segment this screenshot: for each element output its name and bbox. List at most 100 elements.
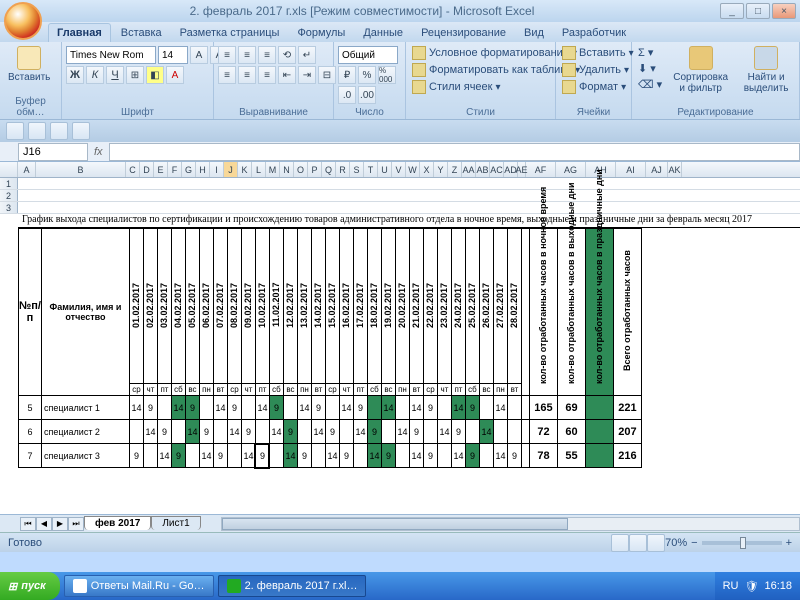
sort-filter-button[interactable]: Сортировка и фильтр: [667, 44, 734, 96]
col-header[interactable]: W: [406, 162, 420, 177]
tab-nav-last[interactable]: ⏭: [68, 517, 84, 531]
tab-insert[interactable]: Вставка: [113, 24, 170, 42]
tab-home[interactable]: Главная: [48, 23, 111, 42]
h-scrollbar[interactable]: [221, 517, 800, 531]
align-bot-button[interactable]: ≡: [258, 46, 276, 64]
dec-decimal-button[interactable]: .00: [358, 86, 376, 104]
col-header[interactable]: B: [36, 162, 126, 177]
tab-view[interactable]: Вид: [516, 24, 552, 42]
col-header[interactable]: K: [238, 162, 252, 177]
col-header[interactable]: G: [182, 162, 196, 177]
system-tray[interactable]: RU 🛡 16:18: [715, 572, 800, 600]
clear-button[interactable]: ⌫ ▾: [636, 77, 664, 92]
tab-nav-next[interactable]: ▶: [52, 517, 68, 531]
align-center-button[interactable]: ≡: [238, 66, 256, 84]
col-header[interactable]: AC: [490, 162, 504, 177]
col-header[interactable]: A: [18, 162, 36, 177]
sheet-tab-active[interactable]: фев 2017: [84, 516, 151, 530]
autosum-button[interactable]: Σ ▾: [636, 45, 664, 60]
taskbar-item-active[interactable]: 2. февраль 2017 г.xl…: [218, 575, 367, 597]
currency-button[interactable]: ₽: [338, 66, 356, 84]
inc-decimal-button[interactable]: .0: [338, 86, 356, 104]
col-header[interactable]: AJ: [646, 162, 668, 177]
font-name-combo[interactable]: Times New Rom: [66, 46, 156, 64]
qat-undo[interactable]: [28, 122, 46, 140]
percent-button[interactable]: %: [358, 66, 376, 84]
col-header[interactable]: C: [126, 162, 140, 177]
row-header[interactable]: 1: [0, 178, 18, 189]
bold-button[interactable]: Ж: [66, 66, 84, 84]
view-break[interactable]: [647, 534, 665, 552]
paste-button[interactable]: Вставить: [4, 44, 54, 85]
tab-developer[interactable]: Разработчик: [554, 24, 634, 42]
wrap-button[interactable]: ↵: [298, 46, 316, 64]
start-button[interactable]: ⊞пуск: [0, 572, 60, 600]
col-header[interactable]: U: [378, 162, 392, 177]
worksheet[interactable]: ABCDEFGHIJKLMNOPQRSTUVWXYZAAABACADAEAFAG…: [0, 162, 800, 532]
indent-dec-button[interactable]: ⇤: [278, 66, 296, 84]
col-header[interactable]: Q: [322, 162, 336, 177]
row-header[interactable]: 3: [0, 202, 18, 213]
qat-save[interactable]: [6, 122, 24, 140]
col-header[interactable]: AF: [526, 162, 556, 177]
col-header[interactable]: AA: [462, 162, 476, 177]
col-header[interactable]: M: [266, 162, 280, 177]
delete-cells-button[interactable]: Удалить ▾: [560, 62, 636, 78]
tray-icon[interactable]: 🛡: [745, 580, 759, 593]
comma-button[interactable]: % 000: [378, 66, 396, 84]
tab-data[interactable]: Данные: [355, 24, 411, 42]
border-button[interactable]: ⊞: [126, 66, 144, 84]
fill-button[interactable]: ⬇ ▾: [636, 61, 664, 76]
font-color-button[interactable]: A: [166, 66, 184, 84]
col-header[interactable]: S: [350, 162, 364, 177]
col-header[interactable]: O: [294, 162, 308, 177]
tab-review[interactable]: Рецензирование: [413, 24, 514, 42]
col-header[interactable]: AI: [616, 162, 646, 177]
grow-font-button[interactable]: A: [190, 46, 208, 64]
fill-color-button[interactable]: ◧: [146, 66, 164, 84]
zoom-in[interactable]: +: [786, 537, 792, 549]
format-cells-button[interactable]: Формат ▾: [560, 79, 636, 95]
col-header[interactable]: J: [224, 162, 238, 177]
view-layout[interactable]: [629, 534, 647, 552]
align-top-button[interactable]: ≡: [218, 46, 236, 64]
align-right-button[interactable]: ≡: [258, 66, 276, 84]
col-header[interactable]: P: [308, 162, 322, 177]
insert-cells-button[interactable]: Вставить ▾: [560, 45, 636, 61]
col-header[interactable]: Z: [448, 162, 462, 177]
italic-button[interactable]: К: [86, 66, 104, 84]
col-header[interactable]: AG: [556, 162, 586, 177]
col-header[interactable]: AE: [518, 162, 526, 177]
tab-nav-prev[interactable]: ◀: [36, 517, 52, 531]
tab-nav-first[interactable]: ⏮: [20, 517, 36, 531]
align-left-button[interactable]: ≡: [218, 66, 236, 84]
col-header[interactable]: R: [336, 162, 350, 177]
font-size-combo[interactable]: 14: [158, 46, 188, 64]
zoom-slider[interactable]: [702, 541, 782, 545]
fx-icon[interactable]: fx: [88, 146, 109, 158]
close-button[interactable]: ×: [772, 3, 796, 19]
indent-inc-button[interactable]: ⇥: [298, 66, 316, 84]
tab-formulas[interactable]: Формулы: [289, 24, 353, 42]
underline-button[interactable]: Ч: [106, 66, 124, 84]
col-header[interactable]: E: [154, 162, 168, 177]
taskbar-item[interactable]: Ответы Mail.Ru - Go…: [64, 575, 214, 597]
orientation-button[interactable]: ⟲: [278, 46, 296, 64]
maximize-button[interactable]: □: [746, 3, 770, 19]
office-button[interactable]: [4, 2, 42, 40]
col-header[interactable]: I: [210, 162, 224, 177]
col-header[interactable]: D: [140, 162, 154, 177]
col-header[interactable]: X: [420, 162, 434, 177]
col-header[interactable]: AK: [668, 162, 682, 177]
align-mid-button[interactable]: ≡: [238, 46, 256, 64]
col-header[interactable]: V: [392, 162, 406, 177]
col-header[interactable]: N: [280, 162, 294, 177]
find-select-button[interactable]: Найти и выделить: [737, 44, 795, 96]
view-normal[interactable]: [611, 534, 629, 552]
tab-layout[interactable]: Разметка страницы: [172, 24, 288, 42]
col-header[interactable]: AB: [476, 162, 490, 177]
qat-redo[interactable]: [50, 122, 68, 140]
formula-input[interactable]: [109, 143, 800, 161]
sheet-tab[interactable]: Лист1: [151, 516, 200, 530]
number-format-combo[interactable]: Общий: [338, 46, 398, 64]
